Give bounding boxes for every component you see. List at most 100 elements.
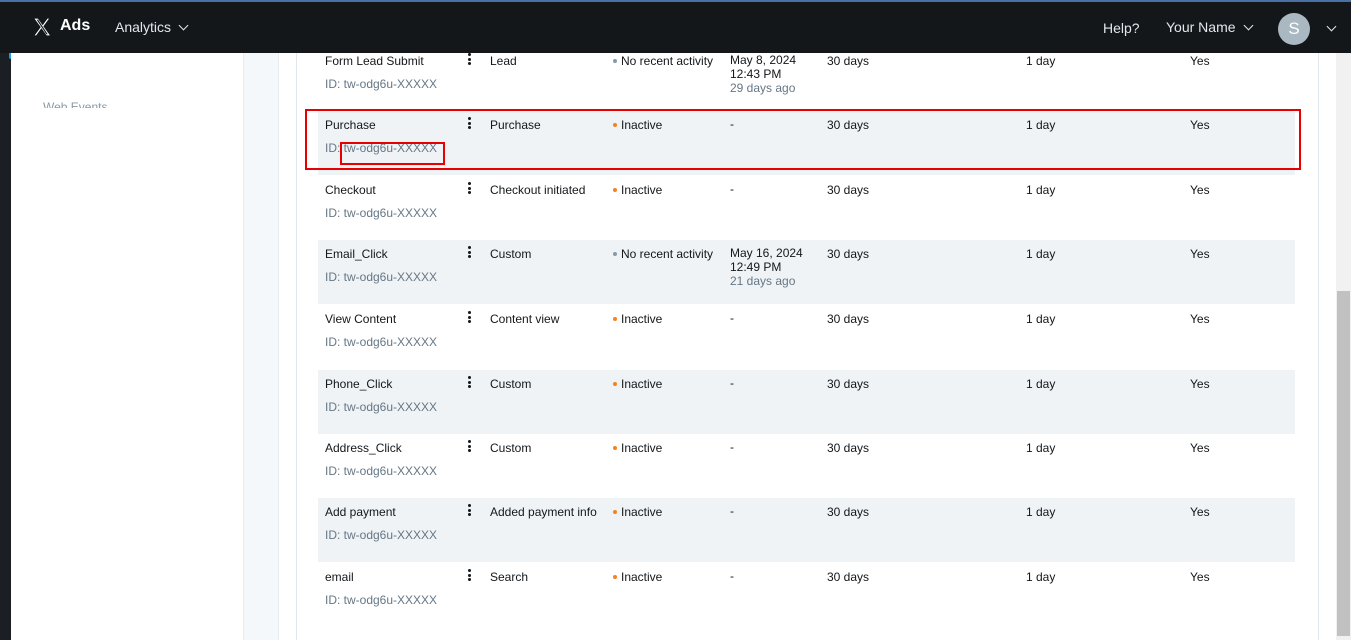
event-id: ID: tw-odg6u-XXXXX (325, 528, 438, 542)
status-text: Inactive (621, 312, 663, 326)
event-id: ID: tw-odg6u-XXXXX (325, 593, 438, 607)
table-row[interactable]: email ID: tw-odg6u-XXXXX Search Inactive - 30… (318, 563, 1295, 627)
table-row[interactable]: Form Lead Submit ID: tw-odg6u-XXXXX Lead No… (318, 47, 1295, 111)
table-row[interactable]: Checkout ID: tw-odg6u-XXXXX Checkout initi… (318, 176, 1295, 240)
analytics-menu[interactable]: Analytics (115, 19, 189, 35)
post-engagement-window: 30 days (827, 570, 870, 584)
table-row[interactable]: Address_Click ID: tw-odg6u-XXXXX Custom Ina… (318, 434, 1295, 498)
event-name[interactable]: Phone_Click (325, 377, 392, 391)
more-options-icon[interactable] (465, 53, 473, 67)
sidebar-item-partial[interactable]: Web Events (43, 100, 107, 108)
event-category: Search (490, 570, 529, 584)
active-flag: Yes (1190, 247, 1210, 261)
last-activity-date: - (730, 440, 734, 454)
post-engagement-window: 30 days (827, 54, 870, 68)
status-badge: No recent activity (613, 247, 713, 261)
highlight-box-purchase-row (305, 109, 1301, 170)
status-text: No recent activity (621, 247, 714, 261)
more-options-icon[interactable] (465, 440, 473, 454)
last-activity: - (730, 569, 734, 583)
event-id: ID: tw-odg6u-XXXXX (325, 270, 438, 284)
view-through-window: 1 day (1026, 505, 1056, 519)
table-row[interactable]: Add payment ID: tw-odg6u-XXXXX Added payme… (318, 498, 1295, 562)
last-activity-ago: 29 days ago (730, 81, 796, 95)
active-flag: Yes (1190, 505, 1210, 519)
post-engagement-window: 30 days (827, 377, 870, 391)
more-options-icon[interactable] (465, 569, 473, 583)
event-name[interactable]: Address_Click (325, 441, 402, 455)
last-activity-time: 12:49 PM (730, 260, 782, 274)
status-badge: Inactive (613, 505, 662, 519)
last-activity-time: 12:43 PM (730, 67, 782, 81)
more-options-icon[interactable] (465, 504, 473, 518)
event-category: Custom (490, 377, 532, 391)
active-flag: Yes (1190, 441, 1210, 455)
last-activity-date: - (730, 569, 734, 583)
status-badge: Inactive (613, 441, 662, 455)
event-category: Lead (490, 54, 517, 68)
last-activity-date: - (730, 182, 734, 196)
status-dot-icon (613, 252, 617, 256)
event-id: ID: tw-odg6u-XXXXX (325, 464, 438, 478)
last-activity-date: May 16, 2024 (730, 246, 803, 260)
more-options-icon[interactable] (465, 311, 473, 325)
analytics-menu-label: Analytics (115, 19, 172, 35)
scrollbar-thumb[interactable] (1337, 291, 1350, 636)
event-category: Checkout initiated (490, 183, 586, 197)
post-engagement-window: 30 days (827, 312, 870, 326)
event-category: Custom (490, 441, 532, 455)
event-name[interactable]: Checkout (325, 183, 376, 197)
brand-label[interactable]: Ads (60, 17, 90, 35)
event-id: ID: tw-odg6u-XXXXX (325, 77, 438, 91)
view-through-window: 1 day (1026, 377, 1056, 391)
status-badge: Inactive (613, 183, 662, 197)
chevron-down-icon (178, 20, 189, 31)
status-badge: Inactive (613, 312, 662, 326)
last-activity-date: - (730, 504, 734, 518)
post-engagement-window: 30 days (827, 247, 870, 261)
status-dot-icon (613, 382, 617, 386)
last-activity-date: - (730, 311, 734, 325)
table-row[interactable]: Email_Click ID: tw-odg6u-XXXXX Custom No re… (318, 240, 1295, 304)
status-dot-icon (613, 510, 617, 514)
event-id: ID: tw-odg6u-XXXXX (325, 206, 438, 220)
event-name[interactable]: View Content (325, 312, 396, 326)
last-activity: - (730, 376, 734, 390)
more-options-icon[interactable] (465, 182, 473, 196)
active-flag: Yes (1190, 312, 1210, 326)
view-through-window: 1 day (1026, 570, 1056, 584)
view-through-window: 1 day (1026, 183, 1056, 197)
avatar-chevron-down-icon[interactable] (1326, 21, 1337, 32)
event-name[interactable]: Form Lead Submit (325, 54, 424, 68)
view-through-window: 1 day (1026, 54, 1056, 68)
event-id: ID: tw-odg6u-XXXXX (325, 400, 438, 414)
last-activity: - (730, 311, 734, 325)
account-menu[interactable]: Your Name (1166, 19, 1253, 35)
x-logo-icon[interactable] (32, 16, 52, 38)
active-flag: Yes (1190, 377, 1210, 391)
status-dot-icon (613, 59, 617, 63)
status-text: Inactive (621, 183, 663, 197)
help-link[interactable]: Help? (1103, 20, 1140, 36)
chevron-down-icon (1243, 20, 1253, 31)
last-activity-ago: 21 days ago (730, 274, 796, 288)
status-dot-icon (613, 188, 617, 192)
event-category: Added payment info (490, 505, 597, 519)
last-activity-date: May 8, 2024 (730, 53, 797, 67)
table-row[interactable]: Phone_Click ID: tw-odg6u-XXXXX Custom Inact… (318, 370, 1295, 434)
post-engagement-window: 30 days (827, 505, 870, 519)
active-flag: Yes (1190, 183, 1210, 197)
event-name[interactable]: Email_Click (325, 247, 388, 261)
last-activity: May 8, 2024 12:43 PM 29 days ago (730, 53, 796, 95)
event-id: ID: tw-odg6u-XXXXX (325, 335, 438, 349)
view-through-window: 1 day (1026, 247, 1056, 261)
event-name[interactable]: email (325, 570, 354, 584)
avatar[interactable]: S (1278, 13, 1310, 45)
status-badge: Inactive (613, 377, 662, 391)
table-row[interactable]: View Content ID: tw-odg6u-XXXXX Content vi… (318, 305, 1295, 369)
status-dot-icon (613, 446, 617, 450)
more-options-icon[interactable] (465, 246, 473, 260)
event-name[interactable]: Add payment (325, 505, 396, 519)
more-options-icon[interactable] (465, 376, 473, 390)
last-activity: - (730, 504, 734, 518)
